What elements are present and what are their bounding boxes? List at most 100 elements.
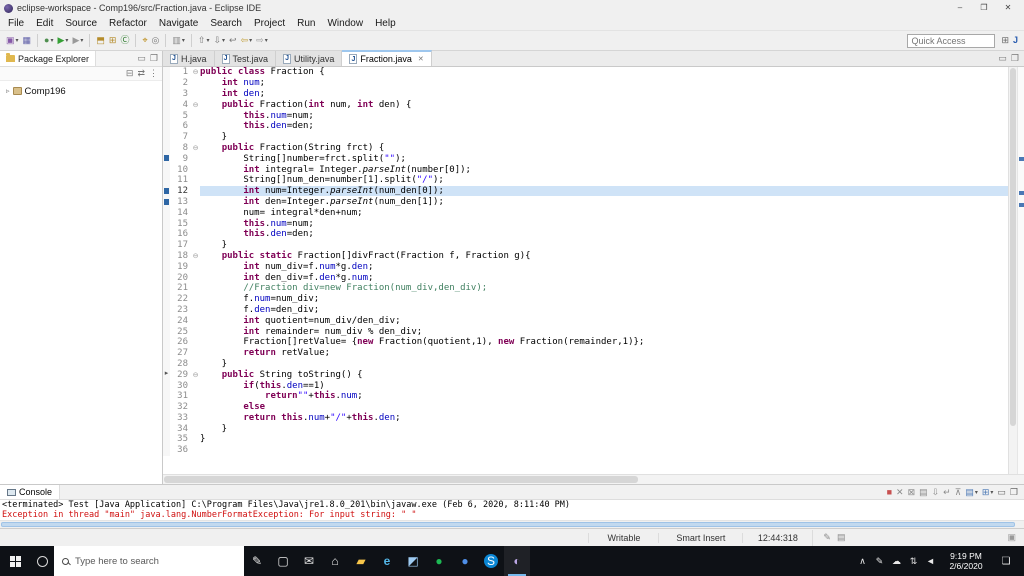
line-number[interactable]: 1 (170, 67, 191, 77)
menu-window[interactable]: Window (321, 18, 369, 29)
display-selected-console-button[interactable]: ▤ ▾ (963, 484, 980, 500)
eclipse-app-button[interactable]: ◐ (504, 546, 530, 576)
line-number[interactable]: 10 (170, 165, 191, 175)
onedrive-button[interactable]: ☁ (888, 546, 905, 576)
code-text[interactable]: } (200, 424, 1008, 434)
code-text[interactable]: this.num=num; (200, 219, 1008, 229)
maximize-view-button[interactable]: ❐ (1008, 484, 1020, 500)
code-text[interactable]: //Fraction div=new Fraction(num_div,den_… (200, 283, 1008, 293)
horizontal-scrollbar-thumb[interactable] (164, 476, 638, 483)
run-button[interactable]: ▶ ▾ (56, 33, 71, 49)
line-number[interactable]: 5 (170, 111, 191, 121)
save-button[interactable]: ▦ (21, 33, 34, 49)
last-edit-marker-icon[interactable]: ▸ (163, 369, 170, 381)
annotation-ruler-cell[interactable] (163, 444, 170, 456)
vertical-scrollbar[interactable] (1008, 67, 1017, 474)
photos-app-button[interactable]: ◩ (400, 546, 426, 576)
line-number[interactable]: 12 (170, 186, 191, 196)
taskbar-clock[interactable]: 9:19 PM 2/6/2020 (939, 551, 993, 571)
clear-console-button[interactable]: ▤ (917, 484, 930, 500)
code-text[interactable]: int num; (200, 78, 1008, 88)
code-text[interactable]: int quotient=num_div/den_div; (200, 316, 1008, 326)
annotation-ruler-cell[interactable] (163, 88, 170, 100)
annotation-ruler-cell[interactable] (163, 164, 170, 175)
menu-help[interactable]: Help (369, 18, 402, 29)
console-scrollbar[interactable] (0, 520, 1024, 528)
taskbar-search[interactable]: Type here to search (54, 546, 244, 576)
file-explorer-button[interactable]: ▰ (348, 546, 374, 576)
open-perspective-button[interactable]: ⊞ (999, 33, 1011, 49)
code-text[interactable]: else (200, 402, 1008, 412)
line-number[interactable]: 9 (170, 154, 191, 164)
line-number[interactable]: 11 (170, 175, 191, 185)
new-wizard-button[interactable]: ▣ ▾ (4, 33, 21, 49)
code-text[interactable]: } (200, 359, 1008, 369)
line-number[interactable]: 3 (170, 89, 191, 99)
code-text[interactable]: int den; (200, 89, 1008, 99)
line-number[interactable]: 31 (170, 391, 191, 401)
line-number[interactable]: 17 (170, 240, 191, 250)
pen-app-button[interactable]: ✎ (244, 546, 270, 576)
previous-annotation-button[interactable]: ⇧ ▾ (196, 33, 212, 49)
annotation-marker-icon[interactable] (163, 185, 170, 197)
volume-button[interactable]: ◄ (922, 546, 939, 576)
next-annotation-button[interactable]: ⇩ ▾ (211, 33, 227, 49)
code-text[interactable]: String[]number=frct.split(""); (200, 154, 1008, 164)
line-number[interactable]: 15 (170, 219, 191, 229)
menu-edit[interactable]: Edit (30, 18, 59, 29)
overview-mark[interactable] (1019, 191, 1024, 196)
view-menu-button[interactable]: ⋮ (147, 66, 160, 82)
collapse-all-button[interactable]: ⊟ (124, 66, 136, 82)
code-text[interactable]: f.den=den_div; (200, 305, 1008, 315)
word-wrap-button[interactable]: ↵ (941, 484, 953, 500)
code-text[interactable]: public static Fraction[]divFract(Fractio… (200, 251, 1008, 261)
line-number[interactable]: 23 (170, 305, 191, 315)
menu-file[interactable]: File (2, 18, 30, 29)
line-number[interactable]: 16 (170, 229, 191, 239)
action-center-button[interactable]: ❏ (993, 556, 1019, 567)
overview-mark[interactable] (1019, 202, 1024, 207)
annotation-ruler-cell[interactable] (163, 326, 170, 337)
line-number[interactable]: 4 (170, 100, 191, 110)
annotation-ruler-cell[interactable] (163, 207, 170, 219)
line-number[interactable]: 30 (170, 381, 191, 391)
line-number[interactable]: 29 (170, 370, 191, 380)
annotation-ruler-cell[interactable] (163, 120, 170, 132)
code-text[interactable]: this.den=den; (200, 121, 1008, 131)
new-class-button[interactable]: Ⓒ (118, 33, 131, 49)
annotation-ruler-cell[interactable] (163, 228, 170, 240)
line-number[interactable]: 25 (170, 327, 191, 337)
annotation-ruler-cell[interactable] (163, 131, 170, 143)
tab-h-java[interactable]: J H.java (163, 51, 215, 66)
code-text[interactable]: public Fraction(int num, int den) { (200, 100, 1008, 110)
cortana-button[interactable] (30, 546, 54, 576)
code-text[interactable]: Fraction[]retValue= {new Fraction(quotie… (200, 337, 1008, 347)
line-number[interactable]: 19 (170, 262, 191, 272)
code-text[interactable]: } (200, 132, 1008, 142)
annotation-ruler-cell[interactable] (163, 142, 170, 154)
code-text[interactable]: this.num=num; (200, 111, 1008, 121)
annotation-ruler-cell[interactable] (163, 272, 170, 283)
annotation-marker-icon[interactable] (163, 196, 170, 208)
store-app-button[interactable]: ⌂ (322, 546, 348, 576)
code-text[interactable]: if(this.den==1) (200, 381, 1008, 391)
code-text[interactable]: public Fraction(String frct) { (200, 143, 1008, 153)
line-number[interactable]: 34 (170, 424, 191, 434)
annotation-ruler-cell[interactable] (163, 336, 170, 348)
code-text[interactable]: return""+this.num; (200, 391, 1008, 401)
line-number[interactable]: 21 (170, 283, 191, 293)
menu-refactor[interactable]: Refactor (103, 18, 153, 29)
network-button[interactable]: ⇅ (905, 546, 922, 576)
code-text[interactable]: int integral= Integer.parseInt(number[0]… (200, 165, 1008, 175)
back-button[interactable]: ⇦ ▾ (239, 33, 255, 49)
line-number[interactable]: 27 (170, 348, 191, 358)
chevron-right-icon[interactable]: ▹ (6, 87, 10, 95)
console-tab[interactable]: Console (0, 485, 61, 499)
annotation-ruler-cell[interactable] (163, 99, 170, 111)
code-text[interactable]: this.den=den; (200, 229, 1008, 239)
annotation-ruler-cell[interactable] (163, 412, 170, 424)
annotation-ruler-cell[interactable] (163, 423, 170, 435)
menu-search[interactable]: Search (204, 18, 248, 29)
annotation-marker-icon[interactable] (163, 153, 170, 165)
code-text[interactable]: String[]num_den=number[1].split("/"); (200, 175, 1008, 185)
